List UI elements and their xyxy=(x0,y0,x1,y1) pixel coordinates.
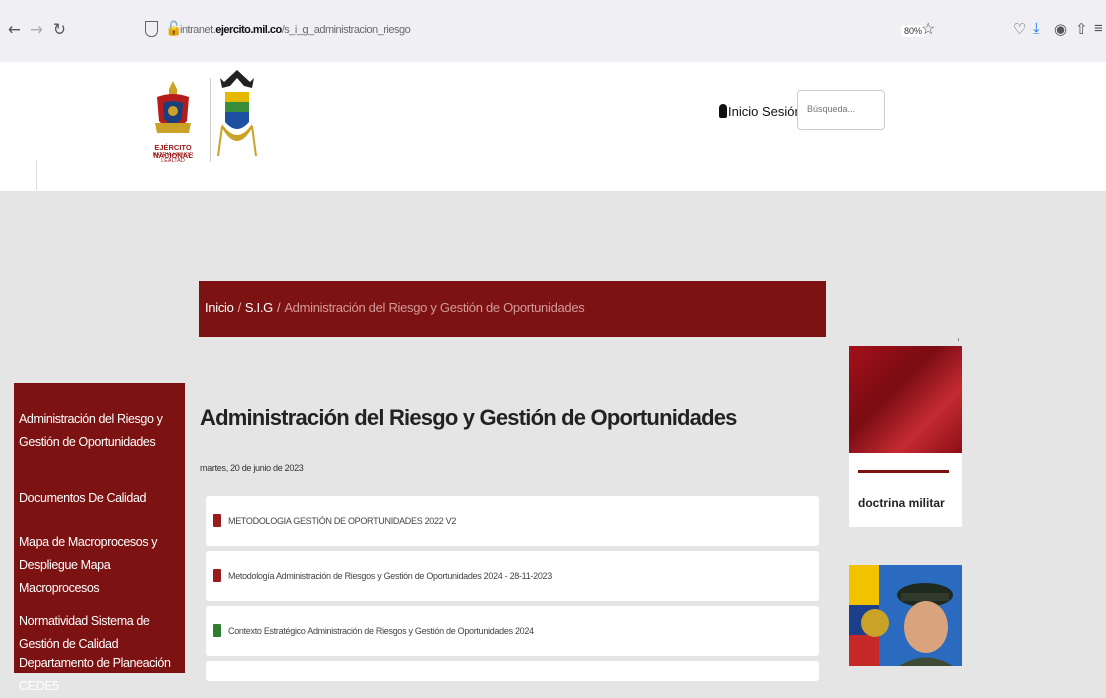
back-arrow-icon[interactable]: ← xyxy=(8,20,21,40)
excel-file-icon xyxy=(213,624,221,637)
card-title: doctrina militar xyxy=(858,496,945,510)
page-title: Administración del Riesgo y Gestión de O… xyxy=(200,405,737,430)
breadcrumb-current: Administración del Riesgo y Gestión de O… xyxy=(284,300,585,315)
doctrina-card-image xyxy=(849,346,962,453)
pdf-file-icon xyxy=(213,569,221,582)
logo-divider xyxy=(210,78,211,162)
forward-arrow-icon[interactable]: → xyxy=(30,20,43,40)
breadcrumb-section[interactable]: S.I.G xyxy=(245,300,273,315)
download-icon[interactable]: ⤓ xyxy=(1033,20,1040,37)
account-icon[interactable]: ◉ xyxy=(1054,20,1067,38)
document-link[interactable]: METODOLOGIA GESTIÓN DE OPORTUNIDADES 202… xyxy=(228,516,456,526)
pocket-icon[interactable]: ♡ xyxy=(1013,20,1026,38)
menu-icon[interactable]: ≡ xyxy=(1094,20,1103,37)
sidebar-item-documentos-calidad[interactable]: Documentos De Calidad xyxy=(19,487,179,510)
search-input[interactable] xyxy=(805,103,887,115)
breadcrumb: Inicio / S.I.G / Administración del Riesgo y… xyxy=(205,300,585,315)
breadcrumb-home[interactable]: Inicio xyxy=(205,300,234,315)
reload-icon[interactable]: ↻ xyxy=(53,20,66,40)
bookmark-star-icon[interactable]: ☆ xyxy=(921,19,935,39)
commander-card-image[interactable] xyxy=(849,565,962,666)
document-row[interactable] xyxy=(206,661,819,681)
colombia-coat-of-arms-logo[interactable] xyxy=(216,66,258,161)
document-row[interactable]: METODOLOGIA GESTIÓN DE OPORTUNIDADES 202… xyxy=(206,496,819,546)
login-label: Inicio Sesión xyxy=(728,104,802,119)
logo-motto: PATRIA HONOR LEALTAD xyxy=(152,152,194,164)
user-icon xyxy=(719,104,727,118)
document-row[interactable]: Metodología Administración de Riesgos y … xyxy=(206,551,819,601)
sidebar-item-mapa-macroprocesos[interactable]: Mapa de Macroprocesos y Despliegue Mapa … xyxy=(19,531,179,600)
sidebar-item-planeacion[interactable]: Departamento de Planeación CEDE5 xyxy=(19,652,179,698)
sidebar-item-normatividad[interactable]: Normatividad Sistema de Gestión de Calid… xyxy=(19,610,179,656)
document-row[interactable]: Contexto Estratégico Administración de R… xyxy=(206,606,819,656)
sidebar-item-administracion-riesgo[interactable]: Administración del Riesgo y Gestión de O… xyxy=(19,408,179,454)
commander-portrait-image xyxy=(849,565,962,666)
login-link[interactable]: Inicio Sesión xyxy=(719,104,802,119)
url-text[interactable]: intranet.ejercito.mil.co/s_i_g_administr… xyxy=(180,24,411,36)
header-divider xyxy=(36,160,37,190)
tracking-shield-icon[interactable] xyxy=(145,21,158,37)
document-link[interactable]: Contexto Estratégico Administración de R… xyxy=(228,626,534,636)
document-link[interactable]: Metodología Administración de Riesgos y … xyxy=(228,571,552,581)
browser-toolbar: ← → ↻ 🔓 intranet.ejercito.mil.co/s_i_g_a… xyxy=(0,0,1106,62)
pdf-file-icon xyxy=(213,514,221,527)
extensions-icon[interactable]: ⇧ xyxy=(1075,20,1088,38)
divider-mark xyxy=(958,338,959,341)
ejercito-shield-logo[interactable] xyxy=(147,79,199,141)
publish-date: martes, 20 de junio de 2023 xyxy=(200,463,304,473)
card-accent-line xyxy=(858,470,949,473)
search-box[interactable] xyxy=(797,90,887,130)
doctrina-card[interactable]: doctrina militar xyxy=(849,346,962,527)
